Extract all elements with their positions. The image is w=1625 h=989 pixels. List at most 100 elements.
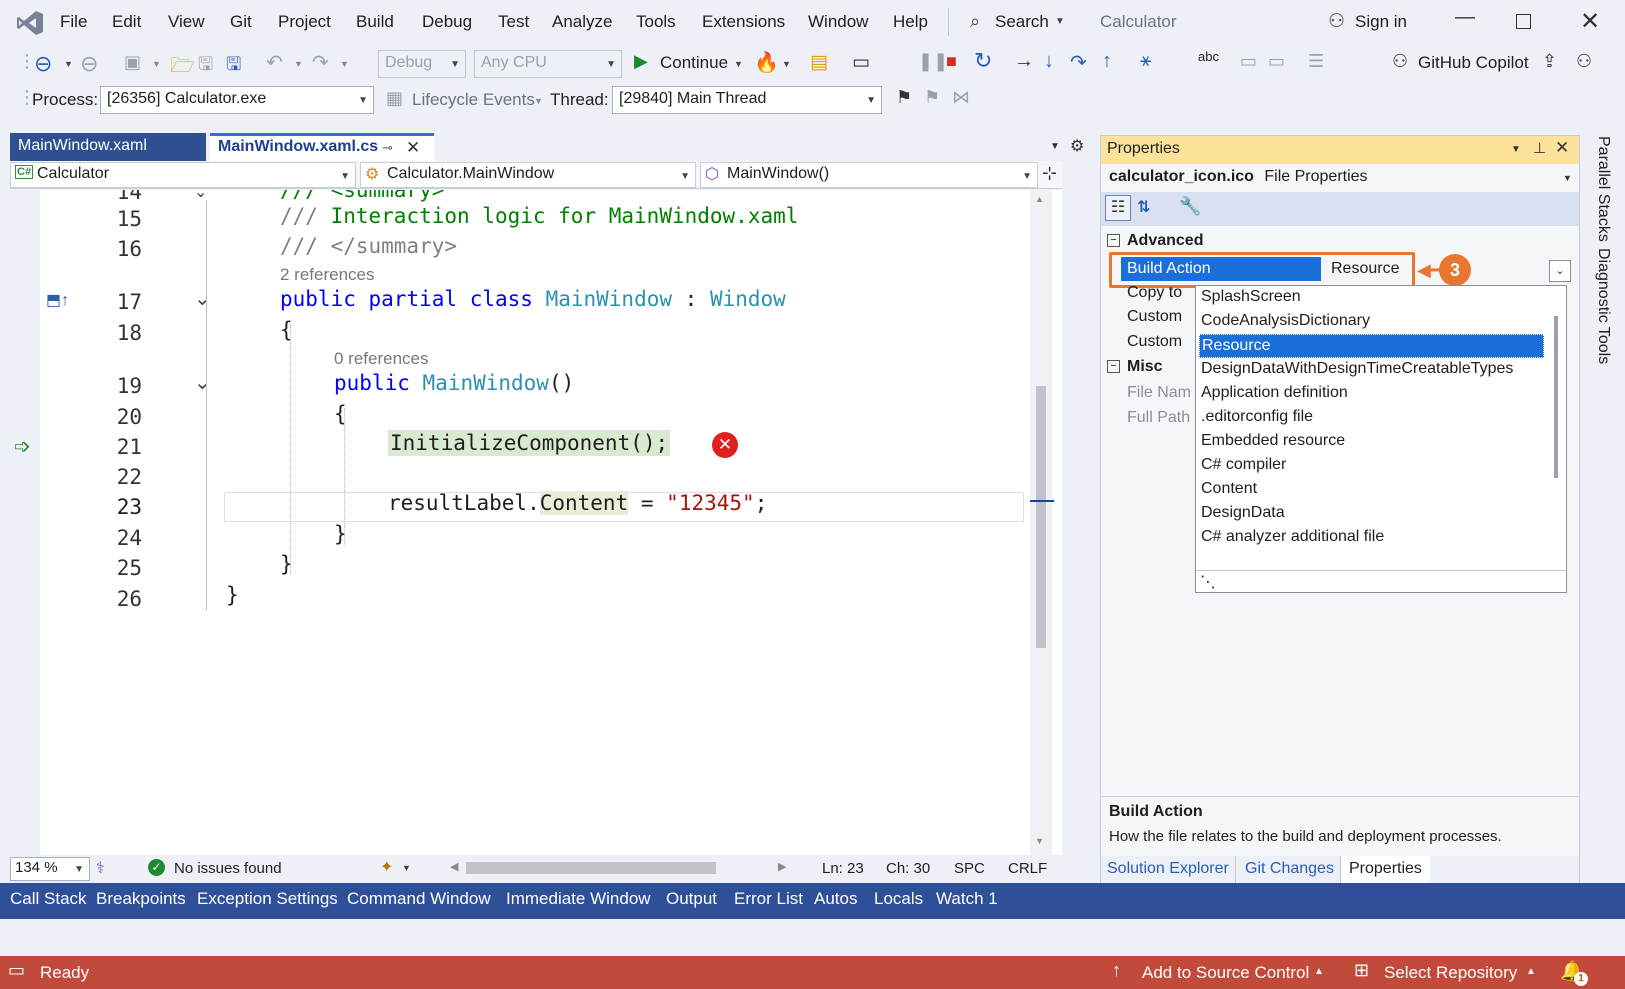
option-editorconfig-file[interactable]: .editorconfig file [1199, 406, 1544, 430]
chevron-down-icon[interactable]: ▼ [1511, 144, 1521, 155]
property-copy-to-output[interactable]: Copy to [1127, 284, 1182, 302]
tab-output[interactable]: Output [666, 889, 717, 909]
project-nav-combo[interactable]: C# Calculator ▼ [10, 162, 356, 188]
menu-tools[interactable]: Tools [636, 12, 676, 32]
tab-command-window[interactable]: Command Window [347, 889, 491, 909]
option-designdatawithdesigntimecreatabletypes[interactable]: DesignDataWithDesignTimeCreatableTypes [1199, 358, 1544, 382]
platform-combo[interactable]: Any CPU ▼ [474, 50, 622, 78]
menu-edit[interactable]: Edit [112, 12, 141, 32]
chevron-down-icon[interactable]: ▼ [402, 863, 411, 873]
process-combo[interactable]: [26356] Calculator.exe ▼ [100, 86, 374, 114]
browse-folder-icon[interactable]: ▤ [810, 51, 828, 74]
tab-call-stack[interactable]: Call Stack [10, 889, 87, 909]
back-icon[interactable]: ⊖ [34, 51, 52, 77]
column-indicator[interactable]: Ch: 30 [886, 860, 930, 877]
implementation-glyph-icon[interactable]: ⬒↑ [46, 290, 69, 310]
thread-combo[interactable]: [29840] Main Thread ▼ [612, 86, 882, 114]
output-window-icon[interactable]: ▭ [8, 960, 25, 981]
option-codeanalysisdictionary[interactable]: CodeAnalysisDictionary [1199, 310, 1544, 334]
menu-git[interactable]: Git [230, 12, 252, 32]
option-csharp-analyzer-additional-file[interactable]: C# analyzer additional file [1199, 526, 1544, 550]
chevron-down-icon[interactable]: ▼ [782, 59, 791, 69]
uncomment-icon[interactable]: ▭ [1268, 51, 1285, 72]
sign-in-link[interactable]: Sign in [1355, 12, 1407, 32]
property-custom-tool[interactable]: Custom [1127, 308, 1182, 326]
tab-git-changes[interactable]: Git Changes [1239, 856, 1341, 884]
resize-grip-icon[interactable]: ⋱ [1200, 572, 1216, 592]
copilot-status-icon[interactable]: ⚕ [96, 858, 105, 878]
property-full-path[interactable]: Full Path [1127, 409, 1190, 427]
collapse-chevron-icon[interactable]: ⌄ [194, 286, 211, 311]
tab-mainwindow-xaml-cs[interactable]: MainWindow.xaml.cs ⊸ ✕ [210, 133, 434, 161]
stack-frame-icon[interactable]: ⋈ [952, 87, 970, 108]
option-embedded-resource[interactable]: Embedded resource [1199, 430, 1544, 454]
code-cleanup-icon[interactable]: ✦ [380, 857, 393, 877]
member-nav-combo[interactable]: ⬡ MainWindow() ▼ [700, 162, 1038, 188]
flag-thread-icon[interactable]: ⚑ [896, 87, 912, 108]
menu-view[interactable]: View [168, 12, 205, 32]
tab-error-list[interactable]: Error List [734, 889, 803, 909]
line-ending-indicator[interactable]: CRLF [1008, 860, 1047, 877]
tab-immediate-window[interactable]: Immediate Window [506, 889, 651, 909]
pause-icon[interactable]: ❚❚ [918, 51, 948, 72]
forward-icon[interactable]: ⊖ [80, 51, 98, 77]
menu-project[interactable]: Project [278, 12, 331, 32]
tab-watch-1[interactable]: Watch 1 [936, 889, 998, 909]
close-icon[interactable]: ✕ [1555, 138, 1569, 158]
codelens-references[interactable]: 0 references [334, 349, 429, 369]
comment-icon[interactable]: ▭ [1240, 51, 1257, 72]
configuration-combo[interactable]: Debug ▼ [378, 50, 466, 78]
issues-status[interactable]: No issues found [174, 860, 282, 877]
restart-icon[interactable]: ↻ [974, 48, 992, 74]
step-over-icon[interactable]: ↷ [1070, 50, 1087, 75]
tab-locals[interactable]: Locals [874, 889, 923, 909]
menu-window[interactable]: Window [808, 12, 868, 32]
codelens-references[interactable]: 2 references [280, 265, 375, 285]
undo-icon[interactable]: ↶ [266, 50, 283, 75]
chevron-down-icon[interactable]: ▼ [340, 59, 349, 69]
scroll-up-icon[interactable]: ▲ [1035, 194, 1044, 204]
categorized-icon[interactable]: ☷ [1105, 195, 1131, 221]
scrollbar-thumb[interactable] [1036, 386, 1046, 648]
menu-test[interactable]: Test [498, 12, 529, 32]
window-layout-icon[interactable]: ▭ [852, 51, 870, 74]
code-editor[interactable]: 14 ⌄ /// <summary> 15 /// Interaction lo… [10, 190, 1062, 855]
property-custom-namespace[interactable]: Custom [1127, 333, 1182, 351]
vertical-scrollbar[interactable]: ▲ ▼ [1030, 190, 1054, 855]
save-all-icon[interactable]: 🖫 [226, 52, 241, 82]
tab-list-chevron-icon[interactable]: ▼ [1050, 141, 1060, 152]
close-icon[interactable]: ✕ [1580, 7, 1600, 36]
pin-icon[interactable]: ⊸ [382, 140, 393, 156]
breakpoint-settings-icon[interactable]: ⚹ [1140, 50, 1151, 72]
option-designdata[interactable]: DesignData [1199, 502, 1544, 526]
scroll-right-icon[interactable]: ▶ [778, 860, 786, 873]
chevron-down-icon[interactable]: ▼ [152, 59, 161, 69]
menu-extensions[interactable]: Extensions [702, 12, 785, 32]
property-pages-wrench-icon[interactable]: 🔧 [1179, 196, 1201, 217]
search-button[interactable]: Search [995, 12, 1049, 32]
collapse-category-icon[interactable]: − [1107, 360, 1120, 373]
close-tab-icon[interactable]: ✕ [406, 138, 420, 158]
menu-build[interactable]: Build [356, 12, 394, 32]
rail-tab-parallel-stacks[interactable]: Parallel Stacks [1594, 136, 1612, 242]
select-repository-button[interactable]: Select Repository [1384, 963, 1517, 983]
tab-mainwindow-xaml[interactable]: MainWindow.xaml [10, 133, 206, 161]
properties-object-selector[interactable]: calculator_icon.ico File Properties ▼ [1101, 164, 1579, 192]
menu-file[interactable]: File [60, 12, 87, 32]
split-editor-icon[interactable]: ⊹ [1042, 163, 1057, 184]
scroll-down-icon[interactable]: ▼ [1035, 836, 1044, 846]
save-icon[interactable]: 🖫 [198, 52, 213, 82]
feedback-icon[interactable]: ⚇ [1576, 51, 1592, 72]
chevron-down-icon[interactable]: ▼ [734, 59, 743, 69]
option-splashscreen[interactable]: SplashScreen [1199, 286, 1544, 310]
share-icon[interactable]: ⇪ [1542, 51, 1557, 72]
menu-help[interactable]: Help [893, 12, 928, 32]
tab-autos[interactable]: Autos [814, 889, 857, 909]
open-folder-icon[interactable]: 🗁 [170, 51, 195, 85]
lifecycle-events-button[interactable]: Lifecycle Events [412, 90, 535, 110]
zoom-combo[interactable]: 134 % ▼ [10, 857, 90, 881]
minimize-icon[interactable]: — [1455, 6, 1475, 29]
chevron-down-icon[interactable]: ▼ [294, 59, 303, 69]
option-application-definition[interactable]: Application definition [1199, 382, 1544, 406]
option-csharp-compiler[interactable]: C# compiler [1199, 454, 1544, 478]
